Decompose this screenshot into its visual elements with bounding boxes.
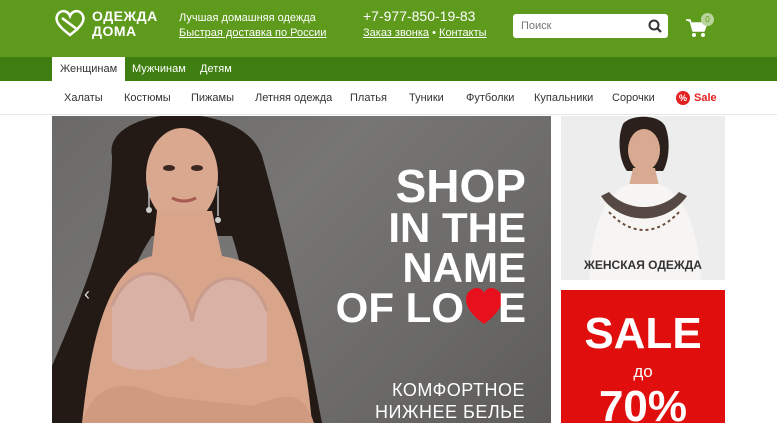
- sale-promo-banner[interactable]: SALE до 70%: [561, 290, 725, 423]
- tagline-block: Лучшая домашняя одежда Быстрая доставка …: [179, 11, 326, 41]
- heart-icon: [466, 288, 502, 324]
- category-item[interactable]: Платья: [350, 81, 387, 115]
- category-item[interactable]: Костюмы: [124, 81, 171, 115]
- search-input[interactable]: [513, 14, 641, 38]
- hero-subline-1: КОМФОРТНОЕ: [392, 380, 525, 400]
- cart-count-badge: 0: [701, 13, 714, 26]
- phone-block: +7-977-850-19-83 Заказ звонка • Контакты: [363, 8, 487, 40]
- links-separator: •: [432, 27, 436, 39]
- contacts-link[interactable]: Контакты: [439, 27, 487, 39]
- category-item[interactable]: Летняя одежда: [255, 81, 332, 115]
- logo-text: ОДЕЖДА ДОМА: [92, 9, 158, 39]
- category-item[interactable]: Сорочки: [612, 81, 655, 115]
- search-icon: [648, 19, 662, 33]
- category-item[interactable]: Футболки: [466, 81, 514, 115]
- tab-women[interactable]: Женщинам: [52, 57, 126, 81]
- search-box: [513, 14, 668, 38]
- tagline: Лучшая домашняя одежда: [179, 12, 316, 24]
- logo-line-1: ОДЕЖДА: [92, 8, 158, 24]
- category-nav: Халаты Костюмы Пижамы Летняя одежда Плат…: [0, 81, 777, 115]
- hero-subline-2: НИЖНЕЕ БЕЛЬЕ: [374, 402, 525, 422]
- promo-model-image: [589, 116, 701, 280]
- category-item[interactable]: Пижамы: [191, 81, 234, 115]
- hero-headline: SHOP IN THE NAME OF LO E: [336, 160, 526, 331]
- phone-links: Заказ звонка • Контакты: [363, 26, 487, 40]
- site-header: ОДЕЖДА ДОМА Лучшая домашняя одежда Быстр…: [0, 0, 777, 57]
- category-item[interactable]: Туники: [409, 81, 444, 115]
- sale-promo-percent: 70%: [598, 382, 688, 423]
- audience-tabs: Женщинам Мужчинам Детям: [0, 57, 777, 81]
- search-button[interactable]: [642, 14, 668, 38]
- phone-number[interactable]: +7-977-850-19-83: [363, 8, 487, 25]
- category-item[interactable]: Купальники: [534, 81, 593, 115]
- hero-headline-line-5: E: [498, 284, 526, 331]
- prev-slide-icon[interactable]: ‹: [84, 284, 90, 305]
- sale-promo-title: SALE: [584, 309, 702, 358]
- callback-link[interactable]: Заказ звонка: [363, 27, 429, 39]
- logo-mark-icon: [55, 9, 85, 37]
- logo[interactable]: ОДЕЖДА ДОМА: [52, 8, 162, 39]
- delivery-link[interactable]: Быстрая доставка по России: [179, 26, 326, 41]
- hero-headline-line-4: OF LO: [336, 284, 464, 331]
- tab-kids[interactable]: Детям: [192, 57, 240, 81]
- logo-line-2: ДОМА: [92, 23, 137, 39]
- women-clothing-promo[interactable]: ЖЕНСКАЯ ОДЕЖДА: [561, 116, 725, 280]
- hero-banner[interactable]: SHOP IN THE NAME OF LO E КОМФОРТНОЕ НИЖН…: [52, 116, 551, 423]
- percent-icon: %: [676, 91, 690, 105]
- hero-subheadline: КОМФОРТНОЕ НИЖНЕЕ БЕЛЬЕ: [375, 379, 525, 423]
- sale-promo-middle: до: [633, 362, 653, 381]
- tab-men[interactable]: Мужчинам: [124, 57, 194, 81]
- women-clothing-label: ЖЕНСКАЯ ОДЕЖДА: [584, 258, 702, 272]
- category-item[interactable]: Халаты: [64, 81, 103, 115]
- sale-category-label: Sale: [694, 92, 717, 104]
